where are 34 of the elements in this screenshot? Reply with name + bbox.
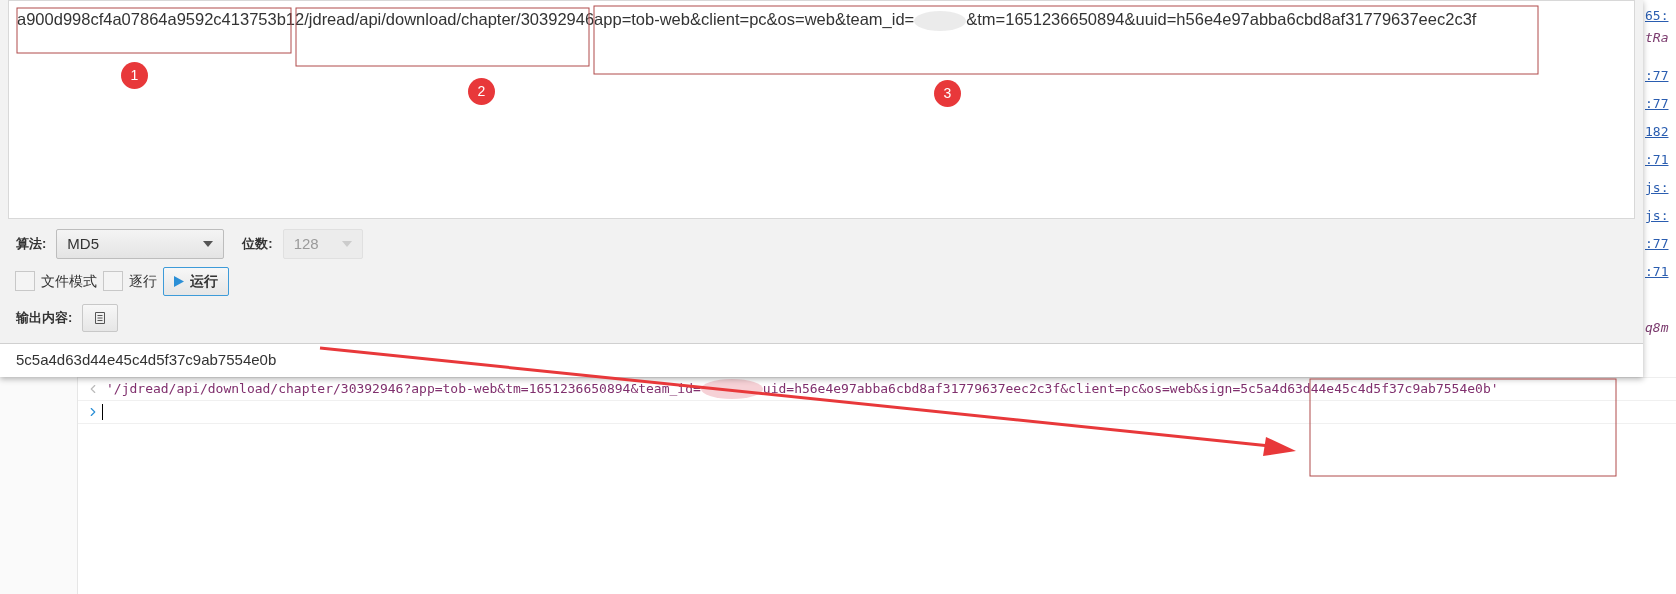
- input-text: &tm=1651236650894&uuid=h56e4e97abba6cbd8af31779637eec2c3f: [966, 10, 1477, 28]
- source-link[interactable]: :71: [1645, 258, 1676, 286]
- bits-label: 位数:: [242, 235, 273, 254]
- checkbox-label: 文件模式: [41, 271, 97, 291]
- source-link[interactable]: :77: [1645, 90, 1676, 118]
- source-link[interactable]: :77: [1645, 230, 1676, 258]
- run-button[interactable]: 运行: [163, 266, 229, 296]
- input-text: /jdread/api/download/chapter/30392946: [304, 10, 595, 28]
- checkbox-label: 逐行: [129, 271, 157, 291]
- code-text: tRa: [1645, 29, 1670, 47]
- source-link[interactable]: 65:: [1645, 2, 1676, 30]
- checkbox[interactable]: [15, 271, 35, 291]
- dropdown-caret-icon: [203, 241, 214, 247]
- console-output: '/jdread/api/download/chapter/30392946?app=tob-web&tm=1651236650894&team_id=: [106, 380, 701, 399]
- document-icon: [93, 311, 108, 325]
- play-icon: [174, 275, 184, 287]
- dropdown-caret-icon: [341, 241, 352, 247]
- source-link[interactable]: js:: [1645, 202, 1676, 230]
- blur-mark: [700, 378, 763, 400]
- source-link[interactable]: js:: [1645, 174, 1676, 202]
- output-label: 输出内容:: [16, 309, 73, 328]
- input-text: app=tob-web&client=pc&os=web&team_id=: [594, 10, 915, 28]
- console-output: uid=h56e4e97abba6cbd8af31779637eec2c3f&client=pc&os=web&sign=5c5a4d63d44e45c4d5f37c9ab7554e0b': [762, 380, 1499, 399]
- algorithm-label: 算法:: [16, 235, 47, 254]
- code-text: q8m: [1645, 319, 1670, 337]
- source-link[interactable]: 182: [1645, 118, 1676, 146]
- algorithm-select[interactable]: MD5: [56, 229, 225, 259]
- text-cursor: [102, 404, 103, 420]
- copy-button[interactable]: [82, 304, 119, 332]
- source-link[interactable]: :71: [1645, 146, 1676, 174]
- source-link[interactable]: :77: [1645, 62, 1676, 90]
- output-field[interactable]: 5c5a4d63d44e45c4d5f37c9ab7554e0b: [0, 343, 1643, 377]
- input-text: a900d998cf4a07864a9592c413753b12: [17, 10, 305, 28]
- checkbox[interactable]: [103, 271, 123, 291]
